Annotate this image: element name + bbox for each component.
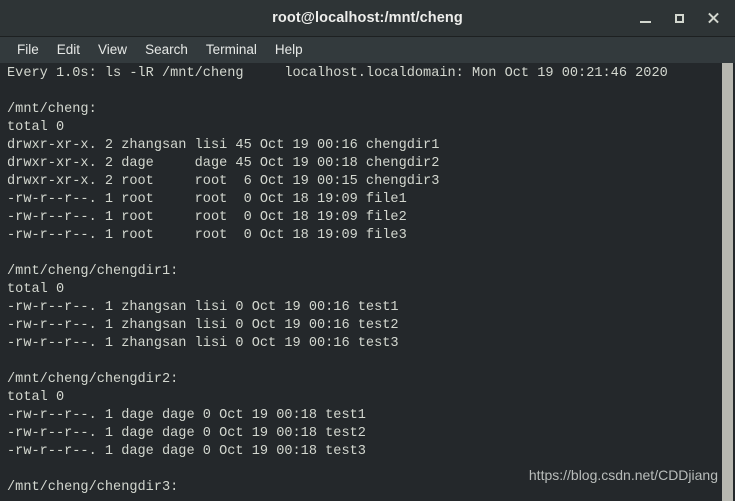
menu-bar: File Edit View Search Terminal Help (0, 37, 735, 63)
terminal-line: drwxr-xr-x. 2 zhangsan lisi 45 Oct 19 00… (7, 138, 440, 153)
terminal-line: -rw-r--r--. 1 dage dage 0 Oct 19 00:18 t… (7, 408, 366, 423)
terminal-window: root@localhost:/mnt/cheng File Edit View… (0, 0, 735, 501)
menu-item-help[interactable]: Help (266, 41, 312, 59)
terminal-line: -rw-r--r--. 1 zhangsan lisi 0 Oct 19 00:… (7, 318, 399, 333)
terminal-area[interactable]: Every 1.0s: ls -lR /mnt/cheng localhost.… (0, 63, 735, 501)
terminal-line: drwxr-xr-x. 2 root root 6 Oct 19 00:15 c… (7, 174, 440, 189)
title-bar[interactable]: root@localhost:/mnt/cheng (0, 0, 735, 37)
close-icon (707, 12, 719, 24)
terminal-line: /mnt/cheng/chengdir3: (7, 480, 179, 495)
terminal-line: /mnt/cheng/chengdir1: (7, 264, 179, 279)
terminal-line: -rw-r--r--. 1 root root 0 Oct 18 19:09 f… (7, 228, 407, 243)
terminal-line: total 0 (7, 282, 65, 297)
terminal-line: total 0 (7, 120, 65, 135)
maximize-icon (674, 13, 684, 23)
minimize-button[interactable] (629, 3, 661, 33)
terminal-line: Every 1.0s: ls -lR /mnt/cheng localhost.… (7, 66, 668, 81)
terminal-line: /mnt/cheng: (7, 102, 97, 117)
scrollbar-thumb[interactable] (722, 63, 733, 501)
menu-item-file[interactable]: File (8, 41, 48, 59)
menu-item-search[interactable]: Search (136, 41, 197, 59)
menu-item-terminal[interactable]: Terminal (197, 41, 266, 59)
terminal-scrollbar[interactable] (722, 63, 733, 501)
window-title: root@localhost:/mnt/cheng (272, 10, 463, 26)
terminal-line: -rw-r--r--. 1 root root 0 Oct 18 19:09 f… (7, 192, 407, 207)
terminal-output[interactable]: Every 1.0s: ls -lR /mnt/cheng localhost.… (0, 63, 723, 501)
terminal-line: -rw-r--r--. 1 root root 0 Oct 18 19:09 f… (7, 210, 407, 225)
window-controls (629, 0, 729, 36)
maximize-button[interactable] (663, 3, 695, 33)
close-button[interactable] (697, 3, 729, 33)
terminal-line: -rw-r--r--. 1 zhangsan lisi 0 Oct 19 00:… (7, 300, 399, 315)
terminal-line: /mnt/cheng/chengdir2: (7, 372, 179, 387)
terminal-line: total 0 (7, 390, 65, 405)
menu-item-edit[interactable]: Edit (48, 41, 89, 59)
minimize-icon (639, 20, 651, 23)
menu-item-view[interactable]: View (89, 41, 136, 59)
terminal-line: -rw-r--r--. 1 dage dage 0 Oct 19 00:18 t… (7, 426, 366, 441)
terminal-line: -rw-r--r--. 1 zhangsan lisi 0 Oct 19 00:… (7, 336, 399, 351)
terminal-line: drwxr-xr-x. 2 dage dage 45 Oct 19 00:18 … (7, 156, 440, 171)
terminal-line: -rw-r--r--. 1 dage dage 0 Oct 19 00:18 t… (7, 444, 366, 459)
